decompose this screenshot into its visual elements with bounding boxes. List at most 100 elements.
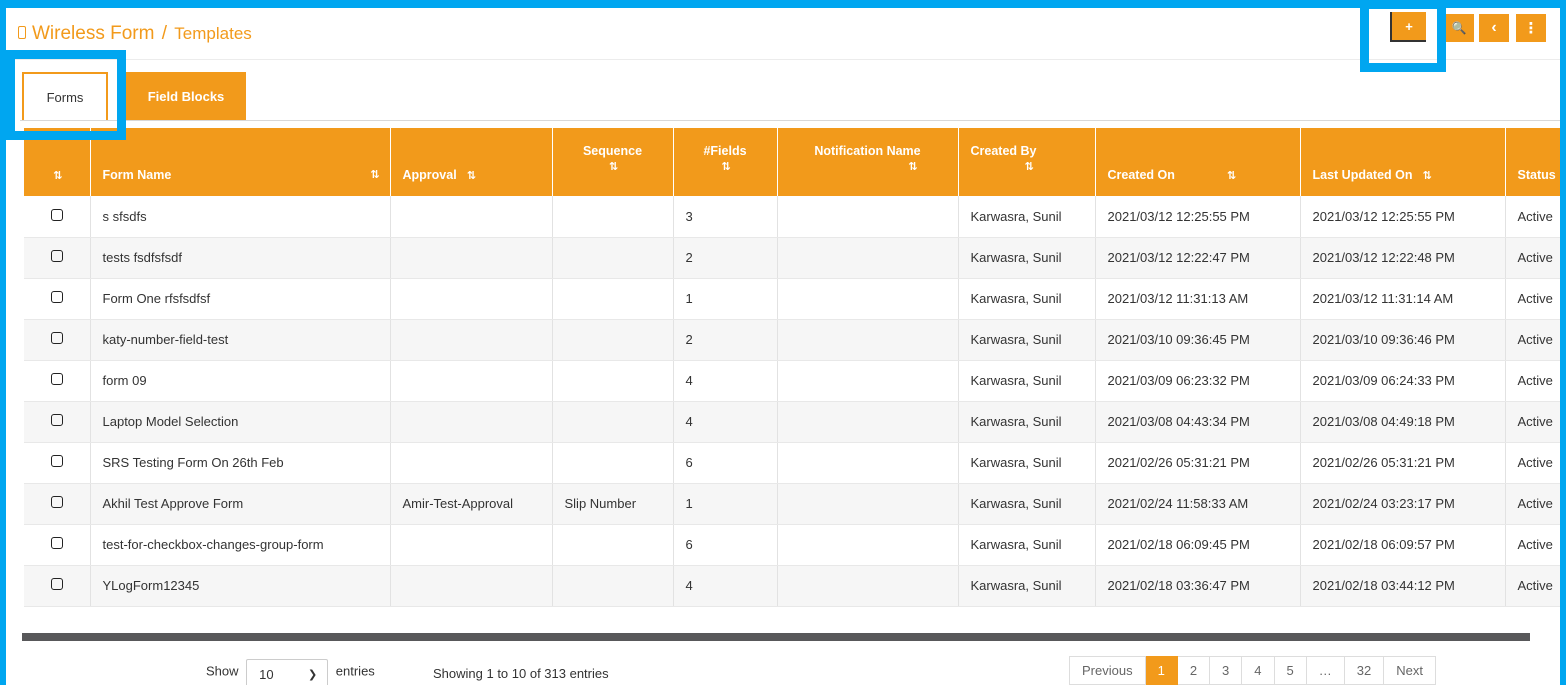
pagination-previous[interactable]: Previous [1069, 656, 1146, 685]
cell-approval [390, 196, 553, 238]
cell-status: Active [1505, 196, 1560, 238]
cell-created-on: 2021/03/09 06:23:32 PM [1095, 360, 1301, 402]
sort-icon: ⇅ [908, 161, 917, 173]
table-row[interactable]: Laptop Model Selection 4 Karwasra, Sunil… [24, 401, 1560, 443]
column-header-approval[interactable]: Approval ⇅ [390, 128, 553, 196]
cell-fields: 6 [673, 442, 778, 484]
row-checkbox-cell [24, 442, 91, 484]
row-checkbox-cell [24, 319, 91, 361]
cell-notification [777, 196, 959, 238]
table-row[interactable]: Akhil Test Approve Form Amir-Test-Approv… [24, 483, 1560, 525]
table-body: s sfsdfs 3 Karwasra, Sunil 2021/03/12 12… [24, 196, 1560, 607]
cell-approval [390, 319, 553, 361]
row-checkbox-cell [24, 196, 91, 238]
cell-fields: 6 [673, 524, 778, 566]
row-checkbox[interactable] [50, 373, 63, 385]
row-checkbox[interactable] [50, 496, 63, 508]
cell-fields: 2 [673, 237, 778, 279]
select-all-sort-header[interactable]: ⇅ [24, 128, 91, 196]
column-header-sequence[interactable]: Sequence ⇅ [552, 128, 674, 196]
pagination-page-4[interactable]: 4 [1242, 656, 1275, 685]
search-button[interactable]: 🔍 [1444, 14, 1474, 42]
column-header-form-name[interactable]: Form Name ⇅ [90, 128, 391, 196]
column-header-fields[interactable]: #Fields ⇅ [673, 128, 778, 196]
more-vertical-icon: ⋮ [1523, 20, 1539, 37]
column-header-notification-name[interactable]: Notification Name ⇅ [777, 128, 959, 196]
cell-form-name: SRS Testing Form On 26th Feb [90, 442, 391, 484]
tab-field-blocks[interactable]: Field Blocks [126, 72, 246, 120]
cell-created-by: Karwasra, Sunil [958, 319, 1096, 361]
cell-approval [390, 278, 553, 320]
plus-icon: + [1405, 18, 1413, 34]
cell-form-name: form 09 [90, 360, 391, 402]
row-checkbox[interactable] [50, 455, 63, 467]
tab-forms[interactable]: Forms [22, 72, 108, 120]
entries-info: Showing 1 to 10 of 313 entries [433, 666, 609, 681]
pagination-page-2[interactable]: 2 [1177, 656, 1211, 685]
back-button[interactable]: ‹ [1479, 14, 1509, 42]
cell-updated-on: 2021/03/12 12:22:48 PM [1300, 237, 1506, 279]
column-header-status[interactable]: Status [1505, 128, 1560, 196]
row-checkbox[interactable] [50, 578, 63, 590]
cell-created-by: Karwasra, Sunil [958, 483, 1096, 525]
cell-status: Active [1505, 483, 1560, 525]
cell-form-name: YLogForm12345 [90, 565, 391, 607]
row-checkbox[interactable] [50, 291, 63, 303]
table-row[interactable]: s sfsdfs 3 Karwasra, Sunil 2021/03/12 12… [24, 196, 1560, 238]
cell-created-on: 2021/02/18 06:09:45 PM [1095, 524, 1301, 566]
row-checkbox-cell [24, 565, 91, 607]
pagination-page-5[interactable]: 5 [1274, 656, 1307, 685]
cell-fields: 3 [673, 196, 778, 238]
table-row[interactable]: YLogForm12345 4 Karwasra, Sunil 2021/02/… [24, 565, 1560, 607]
table-row[interactable]: test-for-checkbox-changes-group-form 6 K… [24, 524, 1560, 566]
pagination: Previous 1 2 3 4 5 … 32 Next [1069, 656, 1436, 685]
table-row[interactable]: Form One rfsfsdfsf 1 Karwasra, Sunil 202… [24, 278, 1560, 320]
cell-created-on: 2021/02/18 03:36:47 PM [1095, 565, 1301, 607]
sort-icon: ⇅ [1024, 161, 1034, 173]
column-header-created-on[interactable]: Created On ⇅ [1095, 128, 1301, 196]
cell-approval [390, 360, 553, 402]
cell-updated-on: 2021/03/12 12:25:55 PM [1300, 196, 1506, 238]
table-row[interactable]: SRS Testing Form On 26th Feb 6 Karwasra,… [24, 442, 1560, 484]
cell-fields: 2 [673, 319, 778, 361]
tab-divider [20, 120, 1560, 121]
cell-updated-on: 2021/03/08 04:49:18 PM [1300, 401, 1506, 443]
cell-approval [390, 524, 553, 566]
search-icon: 🔍 [1451, 21, 1467, 35]
row-checkbox-cell [24, 278, 91, 320]
row-checkbox[interactable] [50, 414, 63, 426]
cell-status: Active [1505, 565, 1560, 607]
cell-form-name: katy-number-field-test [90, 319, 391, 361]
horizontal-scrollbar[interactable] [22, 633, 1530, 641]
sort-icon: ⇅ [608, 161, 618, 173]
pagination-page-32[interactable]: 32 [1344, 656, 1385, 685]
cell-created-on: 2021/02/26 05:31:21 PM [1095, 442, 1301, 484]
column-header-created-by[interactable]: Created By ⇅ [958, 128, 1096, 196]
app-window: Wireless Form / Templates + 🔍 ‹ ⋮ Forms … [6, 8, 1560, 685]
add-button[interactable]: + [1390, 12, 1426, 42]
app-title[interactable]: Wireless Form [32, 23, 154, 44]
cell-approval [390, 442, 553, 484]
column-header-last-updated-on[interactable]: Last Updated On ⇅ [1300, 128, 1506, 196]
cell-status: Active [1505, 401, 1560, 443]
cell-sequence [552, 565, 674, 607]
table-row[interactable]: tests fsdfsfsdf 2 Karwasra, Sunil 2021/0… [24, 237, 1560, 279]
cell-form-name: s sfsdfs [90, 196, 391, 238]
page-size-select[interactable]: 10 ❯ [246, 659, 329, 685]
row-checkbox[interactable] [50, 537, 63, 549]
row-checkbox[interactable] [50, 332, 63, 344]
pagination-ellipsis: … [1306, 656, 1345, 685]
cell-updated-on: 2021/03/09 06:24:33 PM [1300, 360, 1506, 402]
pagination-next[interactable]: Next [1384, 656, 1436, 685]
pagination-page-1[interactable]: 1 [1145, 656, 1178, 685]
cell-created-by: Karwasra, Sunil [958, 237, 1096, 279]
breadcrumb-separator: / [161, 23, 168, 44]
table-row[interactable]: katy-number-field-test 2 Karwasra, Sunil… [24, 319, 1560, 361]
pagination-page-3[interactable]: 3 [1210, 656, 1243, 685]
table-row[interactable]: form 09 4 Karwasra, Sunil 2021/03/09 06:… [24, 360, 1560, 402]
cell-notification [777, 483, 959, 525]
row-checkbox[interactable] [50, 208, 63, 221]
table-header-row: ⇅ Form Name ⇅ Approval ⇅ Sequence ⇅ #Fields… [24, 128, 1560, 196]
row-checkbox[interactable] [50, 250, 63, 262]
more-options-button[interactable]: ⋮ [1516, 14, 1546, 42]
